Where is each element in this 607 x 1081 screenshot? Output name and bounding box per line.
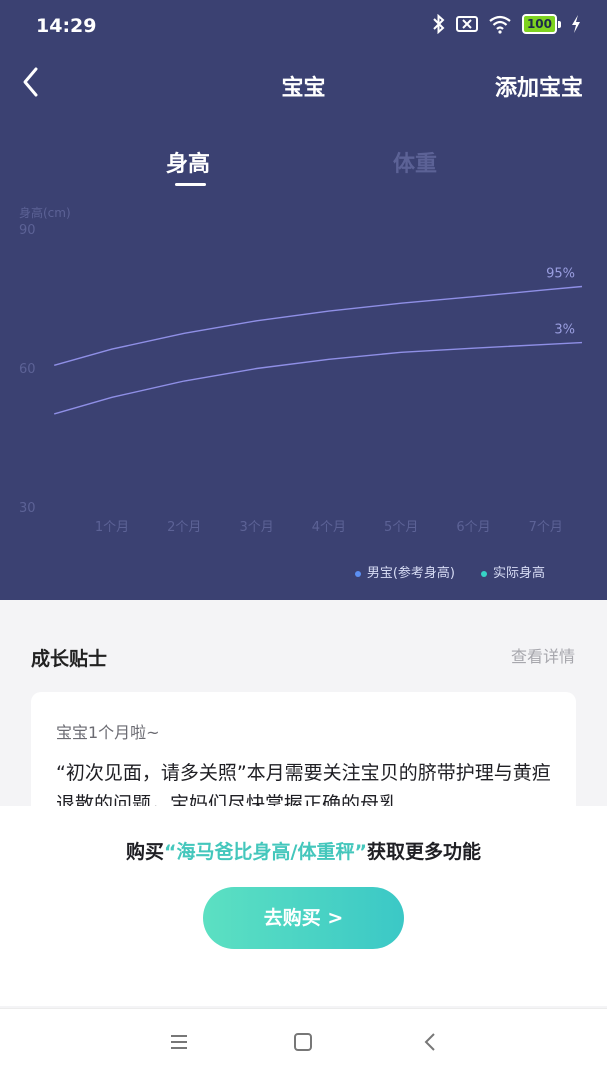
system-nav-bar xyxy=(0,1008,607,1081)
view-details-link[interactable]: 查看详情 xyxy=(511,643,575,667)
tab-weight[interactable]: 体重 xyxy=(393,146,437,178)
active-tab-indicator xyxy=(175,183,206,186)
legend-item-actual: 实际身高 xyxy=(480,562,545,581)
series-line-p95 xyxy=(54,285,583,366)
series-label: 95% xyxy=(546,267,575,282)
product-name: “海马爸比身高/体重秤” xyxy=(164,841,367,863)
y-tick-label: 30 xyxy=(19,501,36,516)
x-tick-label: 5个月 xyxy=(384,520,418,535)
back-icon[interactable] xyxy=(420,1031,442,1053)
series-line-p3 xyxy=(54,341,583,415)
sim-off-icon xyxy=(455,16,478,32)
add-baby-button[interactable]: 添加宝宝 xyxy=(495,70,583,102)
status-bar: 14:29 100 xyxy=(0,0,607,52)
tip-card-title: 宝宝1个月啦~ xyxy=(56,723,160,742)
y-tick-label: 90 xyxy=(19,223,36,238)
purchase-prompt: 购买“海马爸比身高/体重秤”获取更多功能 xyxy=(126,841,481,863)
x-tick-label: 2个月 xyxy=(167,520,201,535)
height-growth-chart: 身高(cm) 90 60 30 1个月 2个月 3个月 4个月 5个月 6个月 7个月 95% 3% xyxy=(19,205,583,535)
status-icons: 100 xyxy=(432,14,581,34)
y-axis-label: 身高(cm) xyxy=(19,205,71,220)
menu-icon[interactable] xyxy=(168,1031,190,1053)
legend-item-reference: 男宝(参考身高) xyxy=(354,562,455,581)
bluetooth-icon xyxy=(433,14,445,34)
growth-tips-title: 成长贴士 xyxy=(31,648,108,670)
x-tick-label: 3个月 xyxy=(239,520,273,535)
home-icon[interactable] xyxy=(292,1031,314,1053)
wifi-icon xyxy=(489,15,511,34)
x-tick-label: 6个月 xyxy=(456,520,490,535)
nav-bar: 宝宝 添加宝宝 xyxy=(0,60,607,106)
chart-legend: 男宝(参考身高) 实际身高 xyxy=(354,562,545,581)
charging-icon xyxy=(572,15,580,33)
battery-icon: 100 xyxy=(521,14,561,34)
series-label: 3% xyxy=(554,323,575,338)
x-tick-label: 1个月 xyxy=(95,520,129,535)
x-tick-label: 7个月 xyxy=(529,520,563,535)
status-time: 14:29 xyxy=(36,15,97,37)
legend-dot-actual xyxy=(480,570,487,577)
battery-level: 100 xyxy=(521,14,557,34)
go-buy-button[interactable]: 去购买 > xyxy=(203,887,404,949)
x-tick-label: 4个月 xyxy=(312,520,346,535)
y-tick-label: 60 xyxy=(19,362,36,377)
header-section: 14:29 100 宝宝 添加宝宝 身高 体重 身高(cm) 90 60 30 1个月 2… xyxy=(0,0,607,600)
legend-dot-reference xyxy=(354,570,361,577)
tab-height[interactable]: 身高 xyxy=(166,146,210,178)
